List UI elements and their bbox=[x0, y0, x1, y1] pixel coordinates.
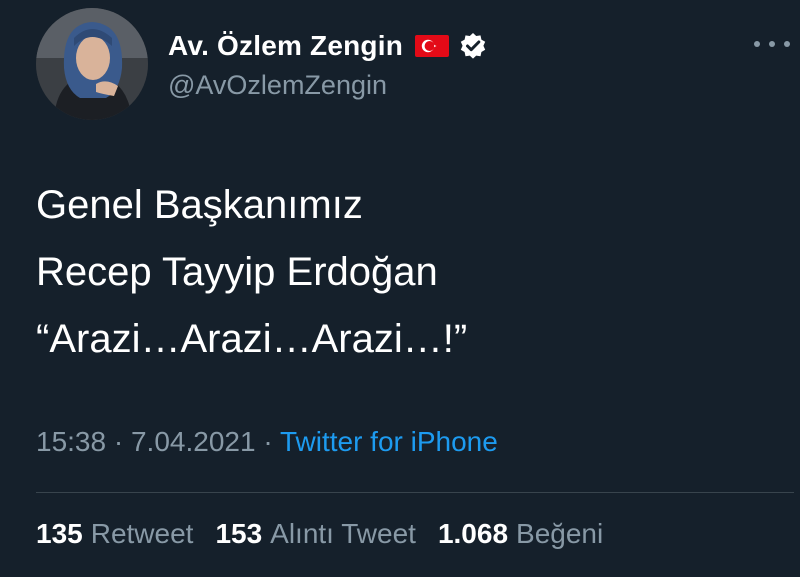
quote-label: Alıntı Tweet bbox=[270, 518, 416, 549]
tweet-date[interactable]: 7.04.2021 bbox=[131, 426, 256, 457]
tweet-source-link[interactable]: Twitter for iPhone bbox=[280, 426, 498, 457]
more-options-button[interactable] bbox=[754, 34, 790, 54]
user-handle[interactable]: @AvOzlemZengin bbox=[168, 70, 487, 101]
tweet-text-line: Recep Tayyip Erdoğan bbox=[36, 250, 438, 294]
name-row: Av. Özlem Zengin bbox=[168, 28, 487, 64]
more-dot-icon bbox=[769, 41, 775, 47]
quote-count-link[interactable]: 153 Alıntı Tweet bbox=[215, 518, 416, 550]
retweet-label: Retweet bbox=[90, 518, 194, 549]
tweet-meta: 15:38 · 7.04.2021 · Twitter for iPhone bbox=[36, 426, 498, 458]
tweet-time[interactable]: 15:38 bbox=[36, 426, 106, 457]
tweet-stats: 135 Retweet 153 Alıntı Tweet 1.068 Beğeni bbox=[36, 518, 625, 550]
tweet-card: Av. Özlem Zengin @AvOzlemZengin Genel Ba… bbox=[0, 0, 800, 577]
quote-count: 153 bbox=[215, 518, 263, 549]
display-name[interactable]: Av. Özlem Zengin bbox=[168, 30, 403, 62]
tweet-text: Genel Başkanımız Recep Tayyip Erdoğan “A… bbox=[36, 172, 467, 373]
tweet-text-line: “Arazi…Arazi…Arazi…!” bbox=[36, 317, 468, 361]
tweet-header: Av. Özlem Zengin @AvOzlemZengin bbox=[168, 28, 487, 101]
verified-badge-icon bbox=[459, 32, 487, 60]
retweet-count-link[interactable]: 135 Retweet bbox=[36, 518, 193, 550]
tweet-text-line: Genel Başkanımız bbox=[36, 183, 363, 227]
turkey-flag-icon bbox=[415, 35, 450, 57]
more-dot-icon bbox=[784, 41, 790, 47]
divider bbox=[36, 492, 794, 493]
like-count-link[interactable]: 1.068 Beğeni bbox=[438, 518, 603, 550]
meta-separator: · bbox=[263, 426, 280, 457]
more-dot-icon bbox=[754, 41, 760, 47]
retweet-count: 135 bbox=[36, 518, 83, 549]
like-count: 1.068 bbox=[437, 518, 509, 549]
meta-separator: · bbox=[113, 426, 131, 457]
like-label: Beğeni bbox=[516, 518, 604, 549]
profile-photo bbox=[36, 8, 148, 120]
avatar[interactable] bbox=[36, 8, 148, 120]
